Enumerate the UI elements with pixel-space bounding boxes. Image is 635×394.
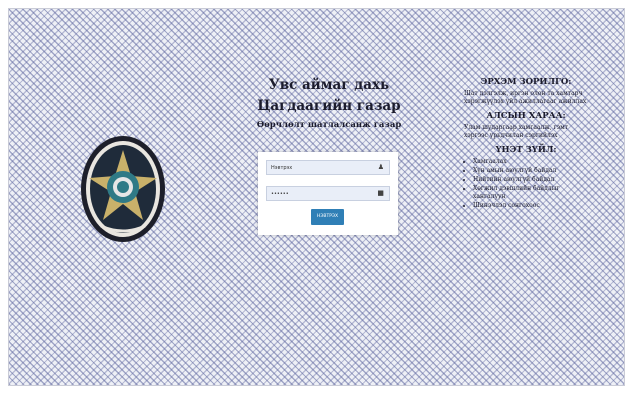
password-field[interactable]: •••••• ■ <box>266 186 390 201</box>
password-value: •••••• <box>271 191 289 197</box>
values-list-item: Хөгжил дэвшлийн байдлыг хангалуун <box>473 185 588 201</box>
user-icon: ♟ <box>377 163 384 171</box>
values-list-item: Нийтийн аюулгүй байдал <box>473 176 588 184</box>
username-field[interactable]: Нэвтрэх ♟ <box>266 160 390 175</box>
org-title-block: Увс аймаг дахь Цагдаагийн газар Өөрчлөлт… <box>249 75 409 132</box>
values-list-item: Хамгаалах <box>473 158 588 166</box>
police-emblem-logo <box>81 136 165 242</box>
org-title-line1: Увс аймаг дахь <box>268 77 390 93</box>
values-list-item: Хүн амын аюулгүй байдал <box>473 167 588 175</box>
username-value: Нэвтрэх <box>271 165 293 171</box>
values-list-item: Шинэчлэл сонгохоос <box>473 202 588 210</box>
mission-text: Шат дэлгэлж, иргэн олон та хамтарч хэрэг… <box>464 90 587 105</box>
info-panel: ЭРХЭМ ЗОРИЛГО: Шат дэлгэлж, иргэн олон т… <box>464 77 588 211</box>
org-title-line2: Цагдаагийн газар <box>257 98 401 114</box>
values-list: Хамгаалах Хүн амын аюулгүй байдал Нийтий… <box>464 158 588 210</box>
org-subtitle: Өөрчлөлт шатлалсанж газар <box>256 120 402 130</box>
page-background: Увс аймаг дахь Цагдаагийн газар Өөрчлөлт… <box>8 8 625 386</box>
login-panel: Нэвтрэх ♟ •••••• ■ НЭВТРЭХ <box>258 152 398 235</box>
login-button[interactable]: НЭВТРЭХ <box>311 209 344 225</box>
lock-icon: ■ <box>377 189 384 197</box>
vision-text: Улам шударгаар хамгаалж, гэмт хэргээс ур… <box>464 124 569 139</box>
values-title: ҮНЭТ ЗҮЙЛ: <box>495 145 557 155</box>
vision-title: АЛСЫН ХАРАА: <box>486 111 566 121</box>
mission-title: ЭРХЭМ ЗОРИЛГО: <box>480 77 572 87</box>
